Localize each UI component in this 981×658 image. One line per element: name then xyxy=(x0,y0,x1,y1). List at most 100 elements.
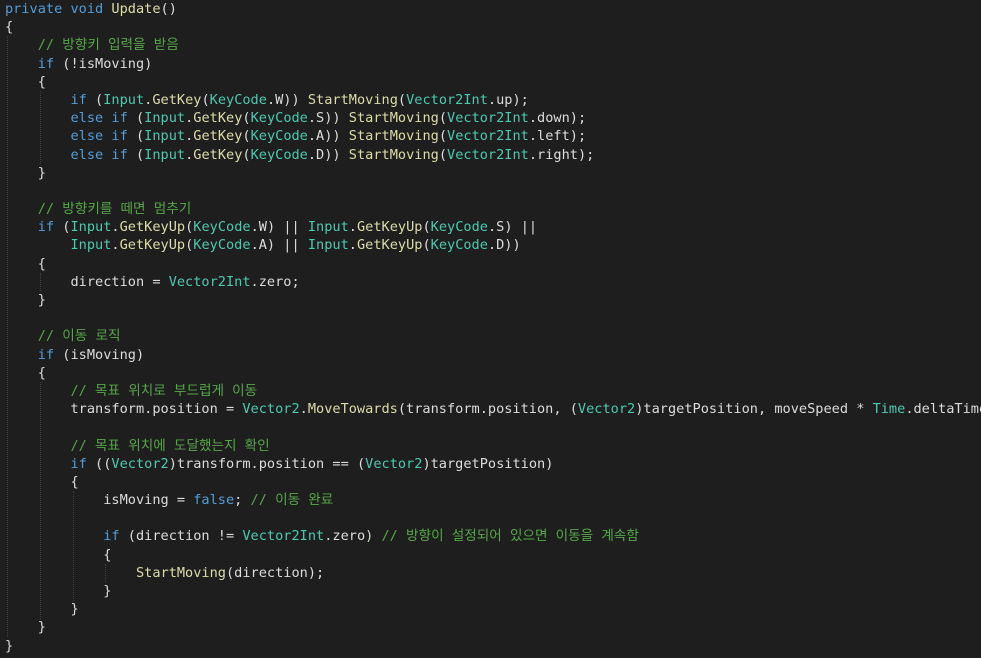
code-token-code-text xyxy=(5,56,38,72)
code-token-code-text: } xyxy=(5,164,46,181)
code-line[interactable] xyxy=(0,509,981,527)
code-line[interactable]: { xyxy=(0,73,981,91)
code-line[interactable]: // 방향키 입력을 받음 xyxy=(0,36,981,54)
code-line[interactable]: { xyxy=(0,255,981,273)
code-token-code-text: . xyxy=(348,219,357,236)
code-token-type-name: Vector2 xyxy=(577,401,636,418)
code-line[interactable] xyxy=(0,309,981,327)
code-line[interactable]: } xyxy=(0,600,981,618)
code-line[interactable]: { xyxy=(0,18,981,36)
code-token-method-name: GetKeyUp xyxy=(356,219,423,236)
code-token-type-name: KeyCode xyxy=(209,91,267,108)
code-token-method-name: GetKey xyxy=(193,110,243,127)
code-line[interactable]: isMoving = false; // 이동 완료 xyxy=(0,491,981,509)
code-token-code-text: ( xyxy=(242,146,251,163)
code-line[interactable]: transform.position = Vector2.MoveTowards… xyxy=(0,400,981,418)
code-lines: private void Update(){ // 방향키 입력을 받음 if … xyxy=(0,0,981,655)
code-token-type-name: Vector2Int xyxy=(168,273,251,290)
code-line[interactable]: } xyxy=(0,637,981,655)
code-token-code-text: .W)) xyxy=(266,91,308,108)
code-line[interactable] xyxy=(0,418,981,436)
code-line[interactable]: // 목표 위치로 부드럽게 이동 xyxy=(0,382,981,400)
code-line[interactable]: if (!isMoving) xyxy=(0,55,981,73)
code-token-code-text: { xyxy=(5,546,112,563)
code-token-type-name: Input xyxy=(70,237,112,254)
code-token-type-name: Input xyxy=(70,219,112,236)
code-token-code-text: .up); xyxy=(487,91,529,108)
code-token-code-text: .A) || xyxy=(250,237,308,254)
code-token-code-text: ( xyxy=(242,128,251,145)
indent-guide xyxy=(39,273,41,292)
code-line[interactable]: // 방향키를 떼면 멈추기 xyxy=(0,200,981,218)
code-line[interactable]: } xyxy=(0,164,981,182)
code-token-keyword: void xyxy=(70,1,104,17)
code-token-type-name: Vector2Int xyxy=(242,528,325,545)
code-token-type-name: KeyCode xyxy=(250,110,308,127)
code-token-keyword: else xyxy=(70,146,104,163)
code-token-type-name: Vector2Int xyxy=(447,128,529,145)
code-token-code-text xyxy=(5,383,70,399)
code-token-type-name: KeyCode xyxy=(193,219,251,236)
code-line[interactable]: if (direction != Vector2Int.zero) // 방향이… xyxy=(0,527,981,545)
code-line[interactable]: else if (Input.GetKey(KeyCode.S)) StartM… xyxy=(0,109,981,127)
code-token-keyword: if xyxy=(70,91,87,108)
code-token-keyword: if xyxy=(111,110,128,127)
code-token-code-text: .left); xyxy=(528,128,587,145)
code-line[interactable] xyxy=(0,182,981,200)
code-line[interactable]: private void Update() xyxy=(0,0,981,18)
code-token-code-text xyxy=(5,347,38,363)
code-token-keyword: if xyxy=(70,455,87,472)
code-token-comment: // 목표 위치에 도달했는지 확인 xyxy=(70,437,270,454)
code-token-type-name: Input xyxy=(144,128,186,145)
code-line[interactable]: direction = Vector2Int.zero; xyxy=(0,273,981,291)
code-line[interactable]: // 이동 로직 xyxy=(0,327,981,345)
code-token-method-name: StartMoving xyxy=(307,91,398,108)
code-token-keyword: if xyxy=(111,146,128,163)
code-line[interactable]: { xyxy=(0,364,981,382)
code-token-code-text: ( xyxy=(242,110,251,127)
code-token-code-text: ( xyxy=(201,91,210,108)
code-token-code-text xyxy=(5,147,70,163)
code-token-code-text: . xyxy=(348,237,357,254)
code-token-type-name: Vector2 xyxy=(365,455,423,472)
code-line[interactable]: if (Input.GetKey(KeyCode.W)) StartMoving… xyxy=(0,91,981,109)
code-line[interactable]: if ((Vector2)transform.position == (Vect… xyxy=(0,455,981,473)
code-token-code-text: .zero; xyxy=(250,273,300,290)
code-token-code-text xyxy=(5,201,38,217)
code-token-code-text: (direction != xyxy=(119,528,243,545)
code-token-method-name: GetKeyUp xyxy=(119,219,186,236)
code-token-code-text xyxy=(5,328,38,344)
code-token-comment: // 목표 위치로 부드럽게 이동 xyxy=(70,382,258,399)
code-token-type-name: Time xyxy=(872,401,906,418)
code-token-code-text: (transform.position, ( xyxy=(397,401,578,418)
code-token-keyword: private xyxy=(5,1,63,17)
code-token-type-name: KeyCode xyxy=(250,146,308,163)
code-token-code-text: ( xyxy=(127,110,145,127)
indent-guide xyxy=(39,91,41,164)
code-line[interactable]: StartMoving(direction); xyxy=(0,564,981,582)
code-line[interactable]: } xyxy=(0,291,981,309)
code-line[interactable]: { xyxy=(0,546,981,564)
code-token-code-text: } xyxy=(5,583,112,599)
code-token-type-name: KeyCode xyxy=(250,128,308,145)
code-line[interactable]: if (Input.GetKeyUp(KeyCode.W) || Input.G… xyxy=(0,218,981,236)
code-token-type-name: Input xyxy=(144,110,186,127)
code-token-code-text: ( xyxy=(422,237,431,254)
code-token-code-text xyxy=(5,128,70,144)
code-token-code-text: )targetPosition, moveSpeed * xyxy=(635,401,873,418)
code-line[interactable]: Input.GetKeyUp(KeyCode.A) || Input.GetKe… xyxy=(0,236,981,254)
code-token-type-name: Vector2 xyxy=(111,455,169,472)
code-token-method-name: StartMoving xyxy=(135,564,226,581)
code-line[interactable]: if (isMoving) xyxy=(0,346,981,364)
code-token-method-name: StartMoving xyxy=(348,110,439,127)
code-token-code-text: .deltaTime); xyxy=(905,401,981,418)
code-line[interactable]: else if (Input.GetKey(KeyCode.A)) StartM… xyxy=(0,127,981,145)
code-editor[interactable]: private void Update(){ // 방향키 입력을 받음 if … xyxy=(0,0,981,658)
code-line[interactable]: else if (Input.GetKey(KeyCode.D)) StartM… xyxy=(0,146,981,164)
code-line[interactable]: } xyxy=(0,582,981,600)
code-line[interactable]: } xyxy=(0,618,981,636)
code-token-code-text: . xyxy=(299,401,308,418)
code-line[interactable]: // 목표 위치에 도달했는지 확인 xyxy=(0,437,981,455)
code-line[interactable]: { xyxy=(0,473,981,491)
code-token-keyword: if xyxy=(37,219,55,236)
